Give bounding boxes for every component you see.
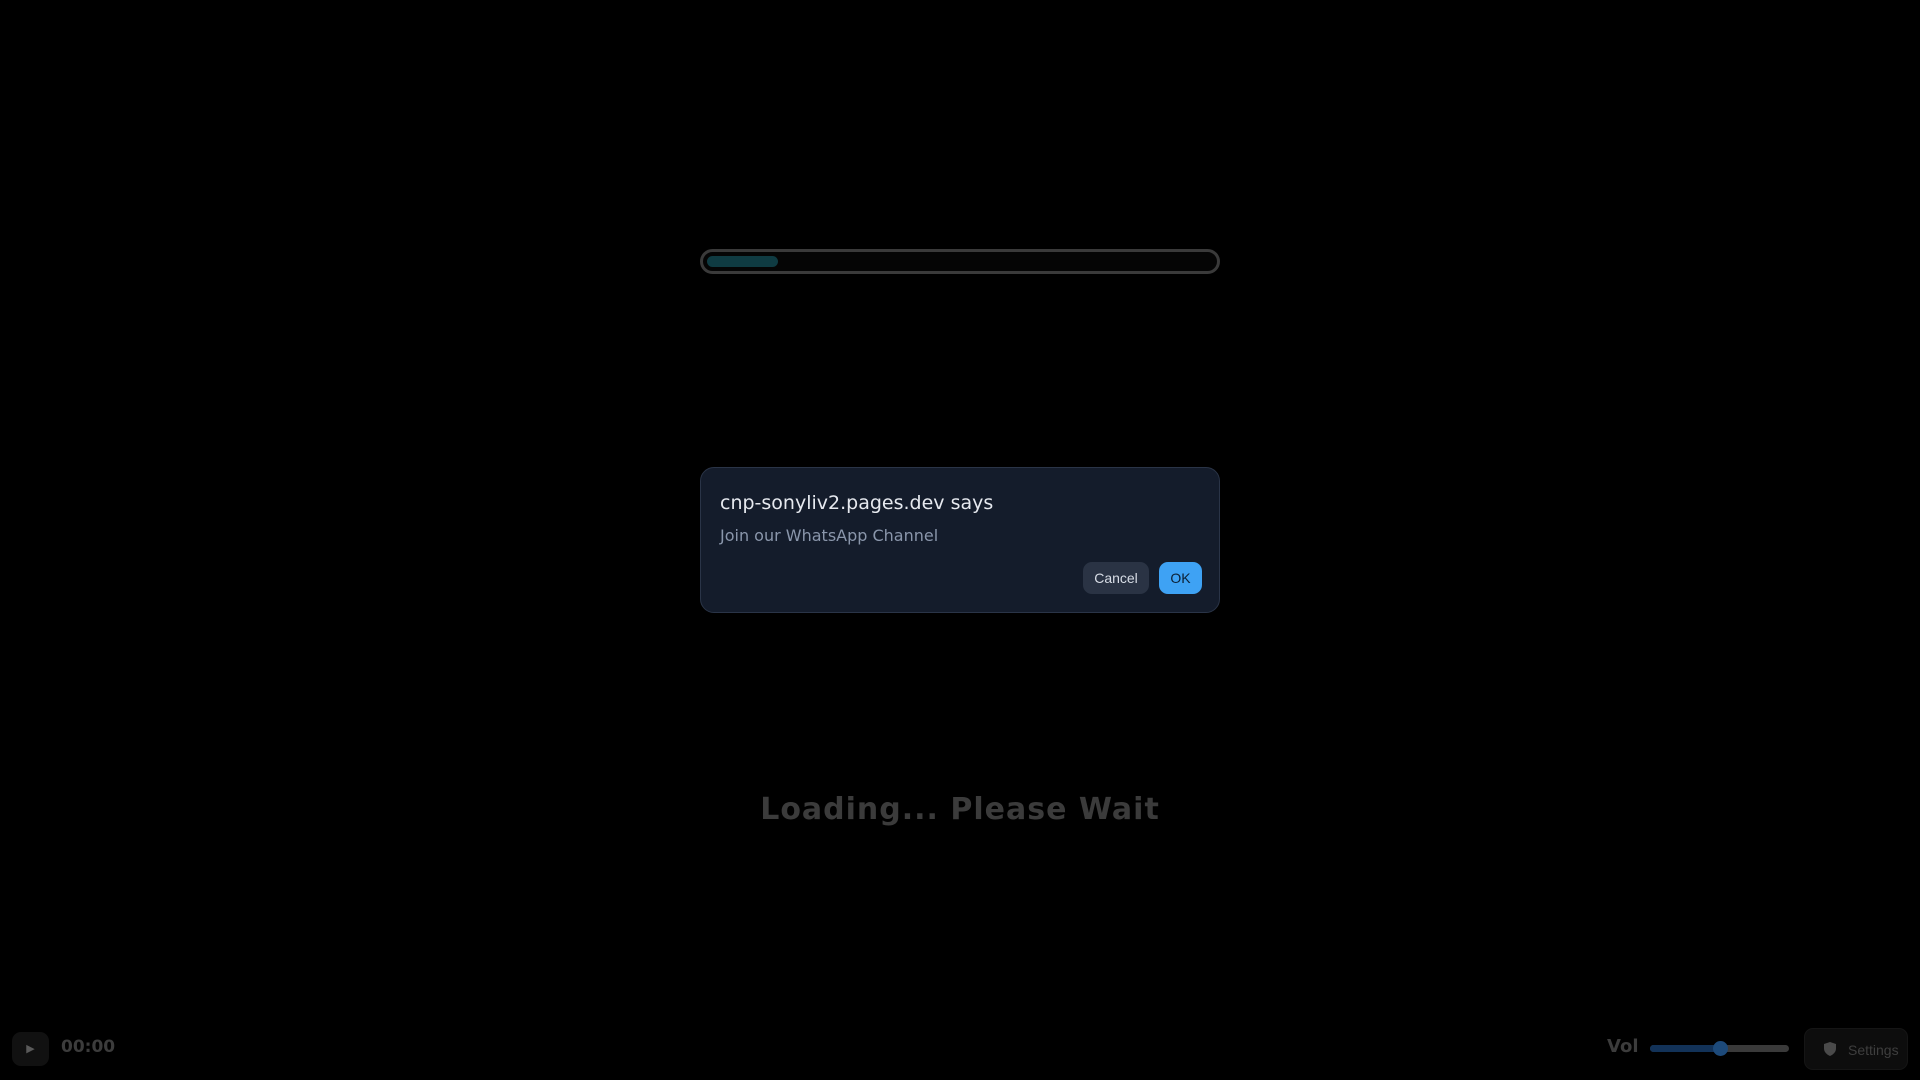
volume-slider-thumb[interactable] [1713,1041,1728,1056]
volume-label: Vol [1607,1036,1639,1057]
shield-icon [1824,1042,1836,1056]
dialog-title: cnp-sonyliv2.pages.dev says [720,492,994,514]
volume-slider[interactable] [1650,1041,1789,1056]
dialog-message: Join our WhatsApp Channel [720,526,939,545]
play-button[interactable]: ▶ [12,1032,49,1066]
play-icon: ▶ [26,1042,35,1055]
volume-slider-fill [1650,1045,1720,1052]
cancel-button[interactable]: Cancel [1083,562,1149,594]
settings-label: Settings [1848,1042,1899,1058]
loading-progress-bar [700,249,1220,274]
ok-button[interactable]: OK [1159,562,1202,594]
player-stage: cnp-sonyliv2.pages.dev says Join our Wha… [0,0,1920,1080]
settings-button[interactable]: Settings [1804,1028,1908,1070]
loading-message: Loading... Please Wait [760,792,1160,827]
time-display: 00:00 [61,1037,116,1057]
loading-progress-fill [707,256,778,267]
confirm-dialog: cnp-sonyliv2.pages.dev says Join our Wha… [700,467,1220,613]
